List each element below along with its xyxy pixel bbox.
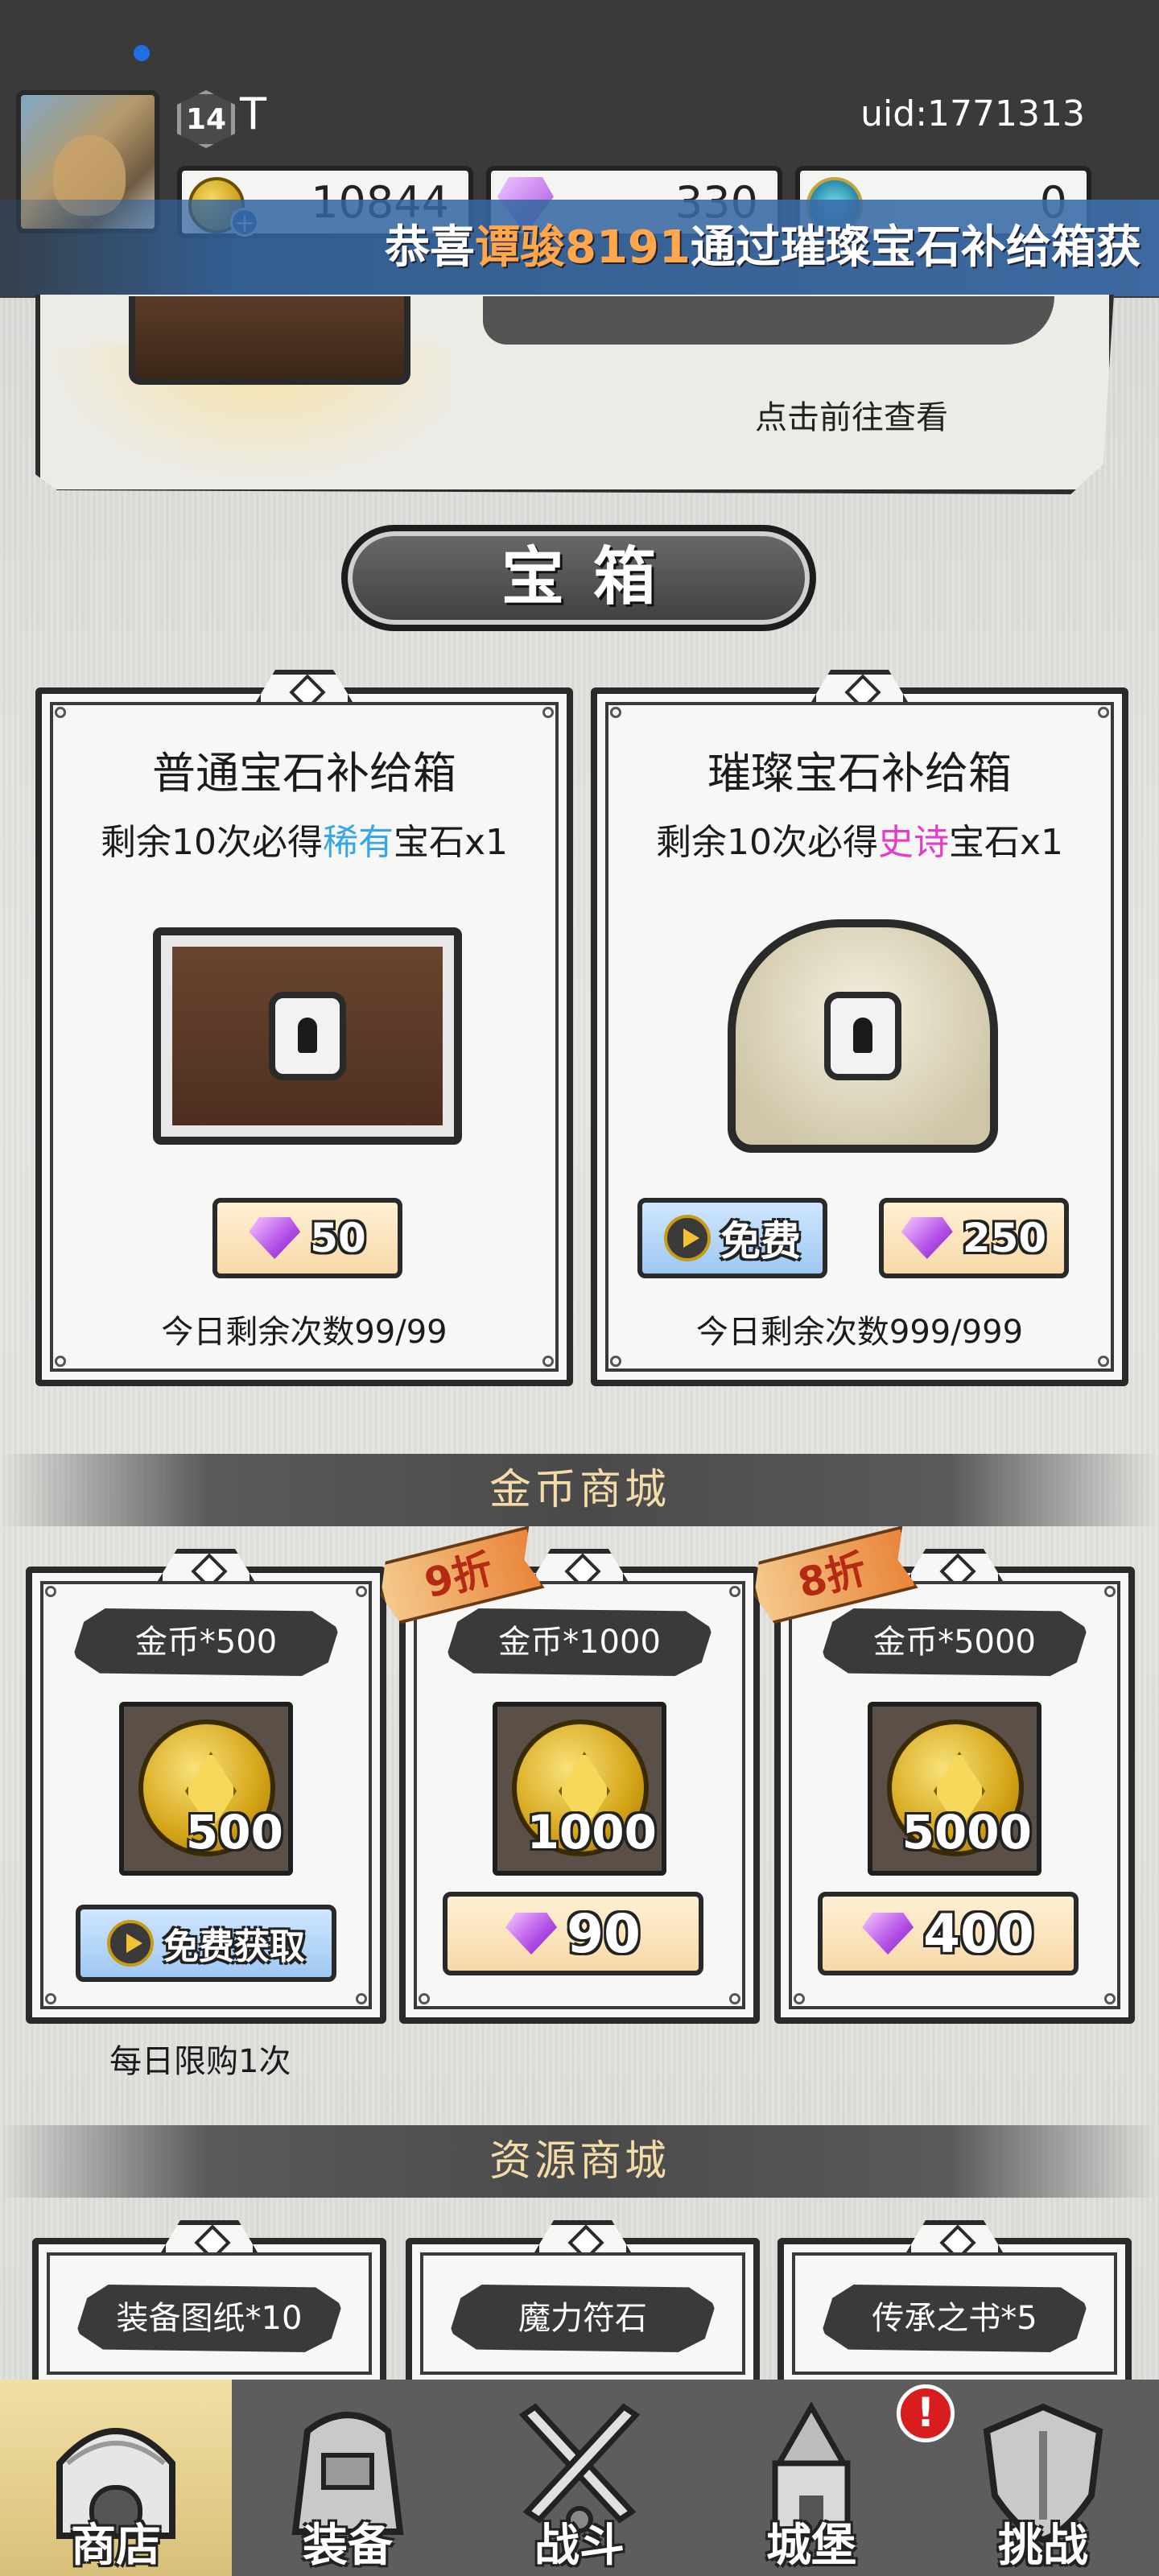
- gold-item-label: 金币*5000: [822, 1608, 1087, 1676]
- coin-frame: 5000: [868, 1702, 1041, 1876]
- level-badge: 14: [177, 90, 235, 148]
- nav-battle-label: 战斗: [534, 2520, 625, 2572]
- marquee-player: 谭骏8191: [475, 221, 691, 274]
- epic-chest-icon: [728, 919, 998, 1153]
- gold-item-1000: 金币*1000 1000 90: [399, 1549, 760, 2024]
- play-ad-icon: [107, 1920, 154, 1967]
- resource-item-runestone: 魔力符石: [406, 2220, 760, 2383]
- common-chest-icon: [153, 927, 462, 1145]
- marquee-suffix: 通过璀璨宝石补给箱获: [690, 221, 1141, 274]
- nav-equipment[interactable]: 装备: [232, 2380, 464, 2576]
- lock-icon: [269, 992, 346, 1080]
- common-chest-card: 普通宝石补给箱 剩余10次必得稀有宝石x1 50 今日剩余次数99/99: [35, 670, 573, 1386]
- marquee-prefix: 恭喜: [385, 221, 475, 274]
- gold-5000-price: 400: [923, 1902, 1034, 1965]
- gold-1000-price: 90: [567, 1902, 641, 1965]
- daily-limit-note: 每日限购1次: [109, 2043, 291, 2080]
- player-uid: uid:1771313: [860, 93, 1085, 134]
- castle-alert-badge: !: [897, 2384, 955, 2442]
- free-gold-label: 免费获取: [163, 1926, 305, 1967]
- chest-section-title: 宝箱: [341, 525, 816, 631]
- coin-frame: 1000: [493, 1702, 666, 1876]
- nav-equipment-label: 装备: [303, 2520, 393, 2572]
- banner-hint[interactable]: 点击前往查看: [755, 391, 948, 438]
- buy-common-chest-button[interactable]: 50: [212, 1198, 402, 1278]
- nav-castle-label: 城堡: [766, 2520, 856, 2572]
- gold-item-label: 金币*500: [73, 1608, 339, 1676]
- coin-frame: 500: [119, 1702, 293, 1876]
- gold-shop-title: 金币商城: [0, 1454, 1159, 1526]
- buy-gold-5000-button[interactable]: 400: [818, 1892, 1079, 1975]
- nav-castle[interactable]: 城堡: [695, 2380, 927, 2576]
- banner-ink-brush: [483, 296, 1054, 345]
- nav-challenge-label: 挑战: [998, 2520, 1088, 2572]
- coin-amount: 1000: [526, 1805, 657, 1860]
- announcement-marquee: 恭喜谭骏8191通过璀璨宝石补给箱获: [0, 200, 1159, 296]
- free-epic-chest-button[interactable]: 免费: [637, 1198, 827, 1278]
- lock-icon: [824, 992, 901, 1080]
- free-gold-button[interactable]: 免费获取: [76, 1905, 336, 1982]
- epic-chest-remaining: 今日剩余次数999/999: [695, 1314, 1024, 1351]
- resource-item-label: 魔力符石: [450, 2285, 716, 2352]
- nav-battle[interactable]: 战斗: [464, 2380, 695, 2576]
- resource-item-blueprint: 装备图纸*10: [32, 2220, 386, 2383]
- player-name: T: [240, 89, 266, 139]
- bottom-nav: 商店 装备 战斗 城堡 挑战: [0, 2380, 1159, 2576]
- gold-item-label: 金币*1000: [447, 1608, 712, 1676]
- gem-icon: [862, 1913, 914, 1955]
- nav-shop-label: 商店: [71, 2520, 161, 2572]
- epic-chest-guarantee: 剩余10次必得史诗宝石x1: [655, 822, 1064, 863]
- resource-shop-title: 资源商城: [0, 2125, 1159, 2198]
- gold-item-500: 金币*500 500 免费获取: [26, 1549, 386, 2024]
- coin-amount: 500: [185, 1805, 283, 1860]
- common-chest-remaining: 今日剩余次数99/99: [161, 1314, 448, 1351]
- epic-chest-card: 璀璨宝石补给箱 剩余10次必得史诗宝石x1 免费 250 今日剩余次数999/9…: [591, 670, 1128, 1386]
- resource-item-inheritance-book: 传承之书*5: [777, 2220, 1132, 2383]
- common-chest-guarantee: 剩余10次必得稀有宝石x1: [100, 822, 509, 863]
- buy-epic-chest-button[interactable]: 250: [879, 1198, 1069, 1278]
- gem-icon: [249, 1217, 301, 1259]
- nav-challenge[interactable]: 挑战: [927, 2380, 1159, 2576]
- resource-item-label: 装备图纸*10: [76, 2285, 342, 2352]
- gem-icon: [505, 1913, 558, 1955]
- common-chest-title: 普通宝石补给箱: [152, 748, 456, 799]
- banner-chest-icon: [129, 296, 410, 385]
- gem-icon: [901, 1217, 953, 1259]
- nav-shop[interactable]: 商店: [0, 2380, 232, 2576]
- common-chest-price: 50: [310, 1215, 366, 1261]
- epic-chest-title: 璀璨宝石补给箱: [707, 748, 1012, 799]
- status-dot: [134, 45, 150, 61]
- play-ad-icon: [664, 1215, 711, 1261]
- epic-chest-price: 250: [962, 1215, 1047, 1261]
- free-label: 免费: [720, 1218, 801, 1265]
- coin-amount: 5000: [901, 1805, 1032, 1860]
- gold-item-5000: 金币*5000 5000 400: [774, 1549, 1135, 2024]
- resource-item-label: 传承之书*5: [822, 2285, 1087, 2352]
- buy-gold-1000-button[interactable]: 90: [443, 1892, 703, 1975]
